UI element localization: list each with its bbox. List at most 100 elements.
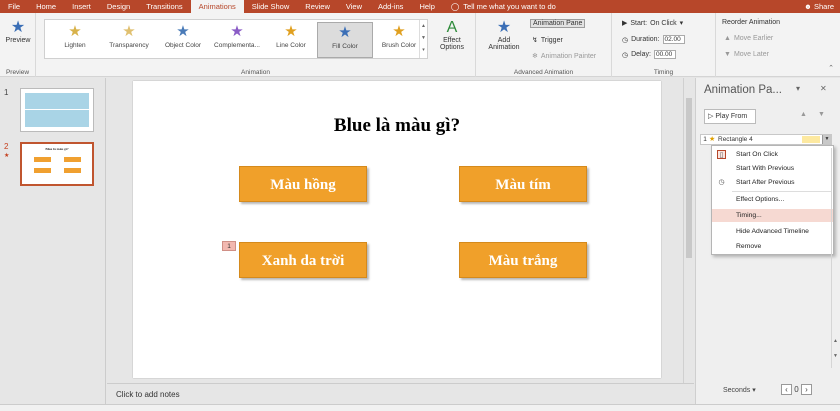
star-icon: ★ [230,23,244,40]
thumbnail-2-box [34,157,51,162]
timing-bar [802,136,820,143]
animation-entry-label: Rectangle 4 [718,136,753,143]
animation-lighten[interactable]: ★ Lighten [47,22,103,58]
duration-input[interactable]: 02.00 [662,35,685,44]
tab-slide-show[interactable]: Slide Show [244,0,298,13]
menu-item-remove[interactable]: Remove [712,240,833,253]
scrollbar-thumb[interactable] [686,98,692,258]
preview-group: ★ Preview Preview [0,13,36,77]
tab-add-ins[interactable]: Add-ins [370,0,411,13]
slide-thumbnails-panel: 1 2 ★ Blue là màu gì? [0,78,106,404]
animation-order-tag[interactable]: 1 [222,241,236,251]
animation-line-color[interactable]: ★ Line Color [263,22,319,58]
answer-box-mau-hong[interactable]: Màu hồng [239,166,367,202]
scroll-down-icon[interactable]: ▼ [833,353,838,359]
animation-object-color[interactable]: ★ Object Color [155,22,211,58]
answer-box-mau-trang[interactable]: Màu trắng [459,242,587,278]
answer-box-xanh-da-troi[interactable]: Xanh da trời [239,242,367,278]
play-from-button[interactable]: ▷ Play From [704,109,756,124]
timeline-zoom-control: ‹ 0 › [781,384,812,395]
effect-options-label: Effect Options [439,37,465,51]
duration-label: Duration: [631,36,660,43]
collapse-ribbon-icon[interactable]: ⌃ [828,64,834,72]
answer-box-mau-tim[interactable]: Màu tím [459,166,587,202]
reorder-label: Reorder Animation [722,19,780,26]
thumbnail-2-box [64,157,81,162]
animation-painter-button[interactable]: ❄ Animation Painter [532,52,596,61]
animation-label: Transparency [109,42,149,49]
notes-pane[interactable]: Click to add notes [107,383,694,404]
pane-options-icon[interactable]: ▾ [796,84,800,93]
move-later-button[interactable]: ▼ Move Later [724,51,769,58]
animation-complementa-[interactable]: ★ Complementa... [209,22,265,58]
tell-me-box[interactable]: ◯ Tell me what you want to do [451,2,556,11]
menu-item-start-after-previous[interactable]: ◷ Start After Previous [712,176,833,189]
menu-item-timing[interactable]: Timing... [712,209,833,222]
tab-transitions[interactable]: Transitions [138,0,190,13]
animation-transparency[interactable]: ★ Transparency [101,22,157,58]
zoom-in-icon[interactable]: › [800,384,812,395]
delay-label: Delay: [631,51,651,58]
menu-item-start-with-previous[interactable]: Start With Previous [712,162,833,175]
move-earlier-button[interactable]: ▲ Move Earlier [724,35,773,42]
trigger-button[interactable]: ↯ Trigger [532,36,563,45]
preview-button[interactable]: ★ Preview [2,19,34,44]
animation-entry[interactable]: 1 ★ Rectangle 4 ▼ [700,134,832,145]
arrow-up-icon: ▲ [724,35,731,42]
ribbon-tabs: File Home Insert Design Transitions Animation… [0,0,443,13]
animation-group-label: Animation [241,69,270,76]
slide-thumbnail-2[interactable]: Blue là màu gì? [20,142,94,186]
close-icon[interactable]: ✕ [820,84,827,93]
menu-item-start-on-click[interactable]: ▯ Start On Click [712,148,833,161]
tab-file[interactable]: File [0,0,28,13]
clock-icon: ◷ [622,36,629,44]
share-button[interactable]: ☻ Share [804,0,834,13]
move-down-icon[interactable]: ▼ [818,111,825,118]
scroll-up-icon[interactable]: ▲ [833,338,838,344]
menu-item-label: Start With Previous [736,165,795,172]
tab-animations[interactable]: Animations [190,0,244,13]
thumbnail-1-line [25,109,89,110]
slide-title[interactable]: Blue là màu gì? [133,115,661,137]
animation-star-icon: ★ [4,153,10,159]
menu-item-label: Remove [736,243,762,250]
effect-options-icon: A [446,19,458,36]
tab-home[interactable]: Home [28,0,64,13]
seconds-dropdown[interactable]: Seconds ▾ [723,386,756,394]
animation-pane-label: Animation Pane [530,19,586,28]
zoom-out-icon[interactable]: ‹ [781,384,792,395]
tab-review[interactable]: Review [297,0,338,13]
tab-design[interactable]: Design [99,0,138,13]
chevron-down-icon[interactable]: ▼ [822,135,831,144]
status-bar [0,404,840,411]
gallery-scroll[interactable]: ▲ ▼ ▾ [419,20,427,58]
start-control[interactable]: ▶ Start: On Click ▾ [622,19,683,28]
notes-placeholder: Click to add notes [116,390,180,399]
animation-context-menu: ▯ Start On Click Start With Previous ◷ S… [711,145,834,255]
duration-control[interactable]: ◷ Duration: 02.00 [622,35,685,44]
ribbon: ★ Preview Preview Animation ★ Lighten ★ Tra… [0,13,840,77]
add-animation-button[interactable]: ★ Add Animation [482,19,526,51]
menu-item-effect-options[interactable]: Effect Options... [712,193,833,206]
move-up-icon[interactable]: ▲ [800,111,807,118]
slide-canvas[interactable]: Blue là màu gì? Màu hồng Màu tím 1 Xanh … [133,81,661,378]
menu-separator [732,191,831,192]
lightbulb-icon: ◯ [450,2,460,11]
tab-view[interactable]: View [338,0,370,13]
star-icon: ★ [68,23,82,40]
tab-insert[interactable]: Insert [64,0,99,13]
preview-label: Preview [5,37,31,44]
tab-help[interactable]: Help [411,0,442,13]
delay-control[interactable]: ◷ Delay: 00.00 [622,50,676,59]
animation-fill-color[interactable]: ★ Fill Color [317,22,373,58]
start-label: Start: [630,19,648,27]
pane-vertical-scrollbar[interactable]: ▲ ▼ [831,148,840,368]
slide-vertical-scrollbar[interactable] [683,78,694,383]
menu-item-hide-advanced-timeline[interactable]: Hide Advanced Timeline [712,225,833,238]
effect-options-button[interactable]: A Effect Options [432,19,472,51]
animation-pane-button[interactable]: Animation Pane [530,19,586,28]
play-from-label: Play From [715,113,748,120]
slide-thumbnail-1[interactable] [20,88,94,132]
thumbnail-2-box [64,168,81,173]
delay-input[interactable]: 00.00 [653,50,676,59]
